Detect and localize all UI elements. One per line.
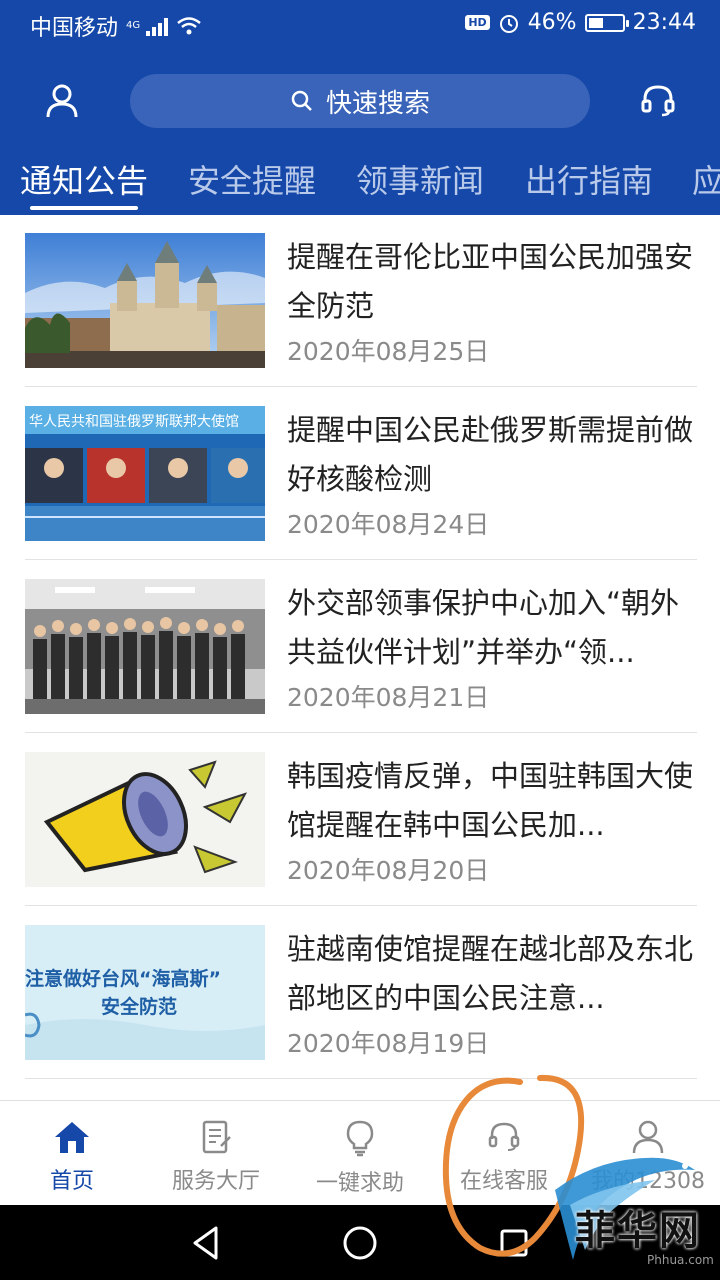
thumb-line1: 注意做好台风“海高斯”: [25, 967, 221, 990]
news-date: 2020年08月20日: [287, 856, 490, 885]
headset-icon: [488, 1122, 520, 1151]
nav-label: 我的12308: [591, 1169, 705, 1194]
home-button[interactable]: [338, 1221, 382, 1265]
recents-button[interactable]: [492, 1221, 536, 1265]
news-thumbnail: [25, 752, 265, 887]
profile-button[interactable]: [32, 71, 92, 131]
news-item[interactable]: 外交部领事保护中心加入“朝外共益伙伴计划”并举办“领... 2020年08月21…: [25, 561, 697, 733]
bottom-navigation: 首页 服务大厅 一键求助 在线客服 我的12308: [0, 1100, 720, 1205]
nav-home[interactable]: 首页: [0, 1119, 144, 1199]
nav-service-hall[interactable]: 服务大厅: [144, 1119, 288, 1199]
headset-icon: [641, 85, 675, 117]
news-title: 提醒在哥伦比亚中国公民加强安全防范: [287, 240, 694, 323]
lightbulb-icon: [346, 1120, 374, 1157]
news-item[interactable]: 韩国疫情反弹，中国驻韩国大使馆提醒在韩中国公民加... 2020年08月20日: [25, 734, 697, 906]
news-title: 外交部领事保护中心加入“朝外共益伙伴计划”并举办“领...: [287, 586, 680, 669]
person-icon: [632, 1120, 664, 1154]
alarm-icon: [499, 14, 518, 33]
tab-consular-news[interactable]: 领事新闻: [356, 156, 484, 202]
system-navigation-bar: [0, 1205, 720, 1280]
back-button[interactable]: [184, 1221, 228, 1265]
news-list: 提醒在哥伦比亚中国公民加强安全防范 2020年08月25日 华人民共和国驻俄罗斯…: [0, 215, 720, 1100]
news-title: 韩国疫情反弹，中国驻韩国大使馆提醒在韩中国公民加...: [287, 759, 694, 842]
tab-travel-guide[interactable]: 出行指南: [525, 156, 653, 202]
hd-badge: HD: [465, 15, 490, 30]
news-title: 驻越南使馆提醒在越北部及东北部地区的中国公民注意...: [287, 932, 694, 1015]
carrier-label: 中国移动: [30, 16, 119, 41]
thumb-line2: 安全防范: [101, 995, 177, 1018]
status-bar: 中国移动 4G HD 46% 23:44: [0, 0, 720, 52]
tab-more[interactable]: 应: [692, 156, 720, 202]
battery-level: [588, 17, 604, 28]
news-title: 提醒中国公民赴俄罗斯需提前做好核酸检测: [287, 413, 694, 496]
news-thumbnail: 注意做好台风“海高斯” 安全防范: [25, 925, 265, 1060]
user-icon: [46, 84, 78, 118]
battery-percent: 46%: [527, 10, 577, 35]
wifi-icon: [177, 17, 201, 35]
search-icon: [291, 90, 312, 111]
news-date: 2020年08月24日: [287, 510, 490, 539]
nav-one-key-help[interactable]: 一键求助: [288, 1119, 432, 1199]
news-item[interactable]: 华人民共和国驻俄罗斯联邦大使馆 提醒中国公民赴俄罗斯需提前做好核酸检测 2020…: [25, 388, 697, 560]
news-thumbnail: 华人民共和国驻俄罗斯联邦大使馆: [25, 406, 265, 541]
tab-safety-reminders[interactable]: 安全提醒: [188, 156, 316, 202]
category-tabs: 通知公告 安全提醒 领事新闻 出行指南 应: [0, 152, 720, 214]
nav-label: 首页: [49, 1169, 94, 1194]
document-icon: [202, 1120, 231, 1154]
news-thumbnail: [25, 579, 265, 714]
signal-icon: [146, 16, 169, 36]
news-thumbnail: [25, 233, 265, 368]
news-date: 2020年08月19日: [287, 1029, 490, 1058]
recents-square-icon: [500, 1229, 528, 1257]
news-item[interactable]: 注意做好台风“海高斯” 安全防范 驻越南使馆提醒在越北部及东北部地区的中国公民注…: [25, 907, 697, 1079]
top-bar: 快速搜索: [0, 66, 720, 136]
tab-notices[interactable]: 通知公告: [20, 156, 148, 202]
thumb-caption: 华人民共和国驻俄罗斯联邦大使馆: [29, 413, 239, 430]
search-bar[interactable]: 快速搜索: [130, 74, 590, 128]
nav-label: 服务大厅: [171, 1169, 260, 1194]
back-triangle-icon: [193, 1226, 218, 1260]
network-type: 4G: [126, 20, 141, 31]
app-header: 中国移动 4G HD 46% 23:44 快速搜索 通知公告 安全提醒 领事新闻…: [0, 0, 720, 215]
battery-icon: [584, 13, 629, 32]
news-date: 2020年08月25日: [287, 337, 490, 366]
nav-label: 一键求助: [315, 1171, 404, 1196]
home-icon: [55, 1122, 89, 1153]
customer-service-button[interactable]: [628, 71, 688, 131]
home-circle-icon: [343, 1226, 377, 1260]
nav-my-12308[interactable]: 我的12308: [576, 1119, 720, 1199]
news-date: 2020年08月21日: [287, 683, 490, 712]
news-item[interactable]: 提醒在哥伦比亚中国公民加强安全防范 2020年08月25日: [25, 215, 697, 387]
active-tab-indicator: [30, 206, 138, 210]
search-label: 快速搜索: [325, 88, 430, 119]
clock: 23:44: [632, 10, 696, 35]
nav-label: 在线客服: [459, 1169, 548, 1194]
nav-online-service[interactable]: 在线客服: [432, 1119, 576, 1199]
